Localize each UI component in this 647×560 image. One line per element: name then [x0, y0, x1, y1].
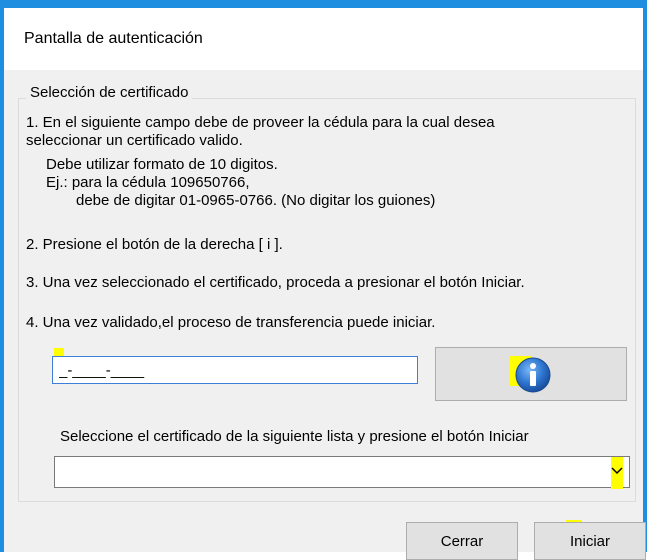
group-legend: Selección de certificado — [26, 84, 193, 102]
step1-example-line1: Ej.: para la cédula 109650766, — [46, 174, 250, 191]
certificate-select[interactable] — [54, 456, 630, 489]
step1-text-line1: 1. En el siguiente campo debe de proveer… — [26, 114, 495, 131]
step1-format-note: Debe utilizar formato de 10 digitos. — [46, 156, 278, 173]
select-certificate-label: Seleccione el certificado de la siguient… — [60, 428, 529, 445]
step3-text: 3. Una vez seleccionado el certificado, … — [26, 274, 525, 291]
close-button[interactable]: Cerrar — [406, 522, 518, 560]
start-button[interactable]: Iniciar — [534, 522, 646, 560]
info-button[interactable] — [435, 347, 627, 401]
info-icon — [515, 357, 551, 393]
window-title: Pantalla de autenticación — [24, 30, 203, 47]
step1-example-line2: debe de digitar 01-0965-0766. (No digita… — [76, 192, 436, 209]
chevron-down-icon[interactable] — [609, 463, 625, 479]
step4-text: 4. Una vez validado,el proceso de transf… — [26, 314, 436, 331]
cedula-input[interactable] — [52, 356, 418, 384]
step1-text-line2: seleccionar un certificado valido. — [26, 132, 243, 149]
authentication-dialog: Pantalla de autenticación Selección de c… — [0, 0, 647, 560]
step2-text: 2. Presione el botón de la derecha [ i ]… — [26, 236, 283, 253]
title-bar: Pantalla de autenticación — [4, 8, 643, 70]
